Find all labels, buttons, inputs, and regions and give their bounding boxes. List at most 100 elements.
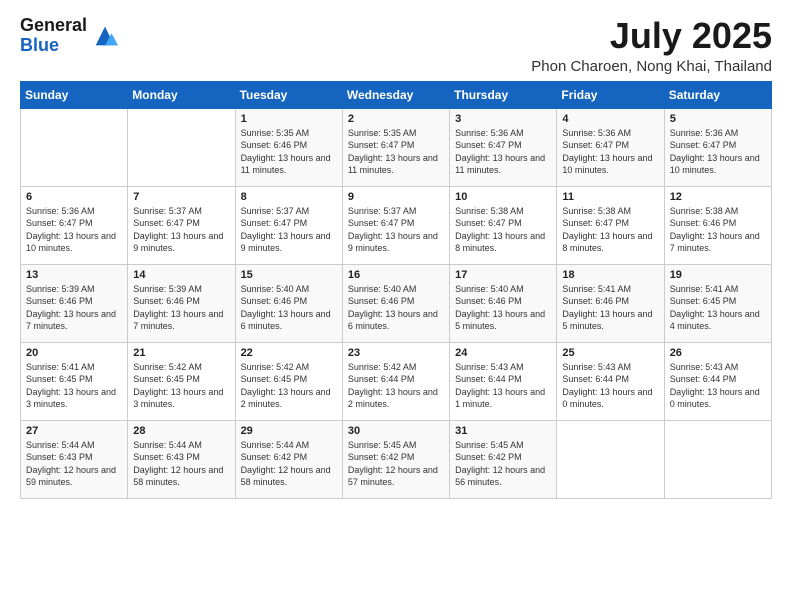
day-cell: 20 Sunrise: 5:41 AM Sunset: 6:45 PM Dayli… <box>21 342 128 420</box>
day-cell: 12 Sunrise: 5:38 AM Sunset: 6:46 PM Dayli… <box>664 186 771 264</box>
week-row-4: 20 Sunrise: 5:41 AM Sunset: 6:45 PM Dayli… <box>21 342 772 420</box>
day-cell: 8 Sunrise: 5:37 AM Sunset: 6:47 PM Daylig… <box>235 186 342 264</box>
day-detail: Sunrise: 5:44 AM Sunset: 6:42 PM Dayligh… <box>241 439 337 489</box>
day-detail: Sunrise: 5:41 AM Sunset: 6:45 PM Dayligh… <box>670 283 766 333</box>
day-cell: 13Sunrise: 5:39 AM Sunset: 6:46 PM Dayli… <box>21 264 128 342</box>
day-cell: 9 Sunrise: 5:37 AM Sunset: 6:47 PM Daylig… <box>342 186 449 264</box>
day-detail: Sunrise: 5:45 AM Sunset: 6:42 PM Dayligh… <box>455 439 551 489</box>
day-cell: 30 Sunrise: 5:45 AM Sunset: 6:42 PM Dayli… <box>342 420 449 498</box>
day-detail: Sunrise: 5:36 AM Sunset: 6:47 PM Dayligh… <box>670 127 766 177</box>
day-number: 4 <box>562 113 658 125</box>
day-number: 3 <box>455 113 551 125</box>
day-detail: Sunrise: 5:37 AM Sunset: 6:47 PM Dayligh… <box>133 205 229 255</box>
day-detail: Sunrise: 5:36 AM Sunset: 6:47 PM Dayligh… <box>562 127 658 177</box>
day-number: 23 <box>348 347 444 359</box>
day-detail: Sunrise: 5:42 AM Sunset: 6:45 PM Dayligh… <box>133 361 229 411</box>
col-header-sunday: Sunday <box>21 81 128 108</box>
day-cell <box>664 420 771 498</box>
day-detail: Sunrise: 5:36 AM Sunset: 6:47 PM Dayligh… <box>455 127 551 177</box>
day-detail: Sunrise: 5:40 AM Sunset: 6:46 PM Dayligh… <box>241 283 337 333</box>
day-cell: 5Sunrise: 5:36 AM Sunset: 6:47 PM Daylig… <box>664 108 771 186</box>
col-header-friday: Friday <box>557 81 664 108</box>
day-number: 18 <box>562 269 658 281</box>
day-cell: 19 Sunrise: 5:41 AM Sunset: 6:45 PM Dayli… <box>664 264 771 342</box>
day-cell: 16Sunrise: 5:40 AM Sunset: 6:46 PM Dayli… <box>342 264 449 342</box>
day-detail: Sunrise: 5:36 AM Sunset: 6:47 PM Dayligh… <box>26 205 122 255</box>
day-cell: 7 Sunrise: 5:37 AM Sunset: 6:47 PM Daylig… <box>128 186 235 264</box>
day-detail: Sunrise: 5:38 AM Sunset: 6:46 PM Dayligh… <box>670 205 766 255</box>
day-detail: Sunrise: 5:39 AM Sunset: 6:46 PM Dayligh… <box>26 283 122 333</box>
header-row: SundayMondayTuesdayWednesdayThursdayFrid… <box>21 81 772 108</box>
col-header-wednesday: Wednesday <box>342 81 449 108</box>
week-row-5: 27 Sunrise: 5:44 AM Sunset: 6:43 PM Dayli… <box>21 420 772 498</box>
day-number: 25 <box>562 347 658 359</box>
col-header-monday: Monday <box>128 81 235 108</box>
day-cell: 4 Sunrise: 5:36 AM Sunset: 6:47 PM Daylig… <box>557 108 664 186</box>
day-detail: Sunrise: 5:42 AM Sunset: 6:45 PM Dayligh… <box>241 361 337 411</box>
day-cell: 26Sunrise: 5:43 AM Sunset: 6:44 PM Dayli… <box>664 342 771 420</box>
day-cell: 3 Sunrise: 5:36 AM Sunset: 6:47 PM Daylig… <box>450 108 557 186</box>
day-number: 26 <box>670 347 766 359</box>
day-number: 21 <box>133 347 229 359</box>
day-number: 20 <box>26 347 122 359</box>
day-detail: Sunrise: 5:37 AM Sunset: 6:47 PM Dayligh… <box>348 205 444 255</box>
day-detail: Sunrise: 5:39 AM Sunset: 6:46 PM Dayligh… <box>133 283 229 333</box>
logo-text: General Blue <box>20 16 87 56</box>
day-cell: 21 Sunrise: 5:42 AM Sunset: 6:45 PM Dayli… <box>128 342 235 420</box>
logo-blue: Blue <box>20 35 59 55</box>
week-row-3: 13Sunrise: 5:39 AM Sunset: 6:46 PM Dayli… <box>21 264 772 342</box>
day-detail: Sunrise: 5:43 AM Sunset: 6:44 PM Dayligh… <box>562 361 658 411</box>
day-number: 7 <box>133 191 229 203</box>
day-cell: 11 Sunrise: 5:38 AM Sunset: 6:47 PM Dayli… <box>557 186 664 264</box>
day-detail: Sunrise: 5:42 AM Sunset: 6:44 PM Dayligh… <box>348 361 444 411</box>
header: General Blue July 2025 Phon Charoen, Non… <box>20 16 772 75</box>
logo: General Blue <box>20 16 119 56</box>
day-number: 17 <box>455 269 551 281</box>
day-detail: Sunrise: 5:38 AM Sunset: 6:47 PM Dayligh… <box>562 205 658 255</box>
day-cell: 23 Sunrise: 5:42 AM Sunset: 6:44 PM Dayli… <box>342 342 449 420</box>
day-number: 28 <box>133 425 229 437</box>
day-number: 10 <box>455 191 551 203</box>
day-number: 12 <box>670 191 766 203</box>
day-number: 19 <box>670 269 766 281</box>
day-number: 9 <box>348 191 444 203</box>
day-number: 30 <box>348 425 444 437</box>
day-cell: 31 Sunrise: 5:45 AM Sunset: 6:42 PM Dayli… <box>450 420 557 498</box>
day-detail: Sunrise: 5:44 AM Sunset: 6:43 PM Dayligh… <box>26 439 122 489</box>
day-detail: Sunrise: 5:35 AM Sunset: 6:46 PM Dayligh… <box>241 127 337 177</box>
day-cell: 25 Sunrise: 5:43 AM Sunset: 6:44 PM Dayli… <box>557 342 664 420</box>
day-cell: 28 Sunrise: 5:44 AM Sunset: 6:43 PM Dayli… <box>128 420 235 498</box>
day-cell: 6 Sunrise: 5:36 AM Sunset: 6:47 PM Daylig… <box>21 186 128 264</box>
day-number: 31 <box>455 425 551 437</box>
day-detail: Sunrise: 5:41 AM Sunset: 6:45 PM Dayligh… <box>26 361 122 411</box>
day-number: 11 <box>562 191 658 203</box>
day-detail: Sunrise: 5:41 AM Sunset: 6:46 PM Dayligh… <box>562 283 658 333</box>
day-detail: Sunrise: 5:37 AM Sunset: 6:47 PM Dayligh… <box>241 205 337 255</box>
title-block: July 2025 Phon Charoen, Nong Khai, Thail… <box>531 16 772 75</box>
day-cell: 17Sunrise: 5:40 AM Sunset: 6:46 PM Dayli… <box>450 264 557 342</box>
page: General Blue July 2025 Phon Charoen, Non… <box>0 0 792 509</box>
week-row-1: 1Sunrise: 5:35 AM Sunset: 6:46 PM Daylig… <box>21 108 772 186</box>
logo-general: General <box>20 15 87 35</box>
col-header-saturday: Saturday <box>664 81 771 108</box>
day-cell <box>128 108 235 186</box>
day-detail: Sunrise: 5:44 AM Sunset: 6:43 PM Dayligh… <box>133 439 229 489</box>
day-number: 15 <box>241 269 337 281</box>
day-cell: 1Sunrise: 5:35 AM Sunset: 6:46 PM Daylig… <box>235 108 342 186</box>
day-number: 2 <box>348 113 444 125</box>
day-number: 6 <box>26 191 122 203</box>
day-detail: Sunrise: 5:43 AM Sunset: 6:44 PM Dayligh… <box>455 361 551 411</box>
main-title: July 2025 <box>531 16 772 56</box>
day-cell <box>21 108 128 186</box>
day-cell: 10Sunrise: 5:38 AM Sunset: 6:47 PM Dayli… <box>450 186 557 264</box>
day-number: 8 <box>241 191 337 203</box>
col-header-thursday: Thursday <box>450 81 557 108</box>
day-number: 24 <box>455 347 551 359</box>
day-detail: Sunrise: 5:45 AM Sunset: 6:42 PM Dayligh… <box>348 439 444 489</box>
day-cell: 15 Sunrise: 5:40 AM Sunset: 6:46 PM Dayli… <box>235 264 342 342</box>
col-header-tuesday: Tuesday <box>235 81 342 108</box>
day-cell: 2Sunrise: 5:35 AM Sunset: 6:47 PM Daylig… <box>342 108 449 186</box>
day-cell: 27 Sunrise: 5:44 AM Sunset: 6:43 PM Dayli… <box>21 420 128 498</box>
day-number: 27 <box>26 425 122 437</box>
day-number: 29 <box>241 425 337 437</box>
